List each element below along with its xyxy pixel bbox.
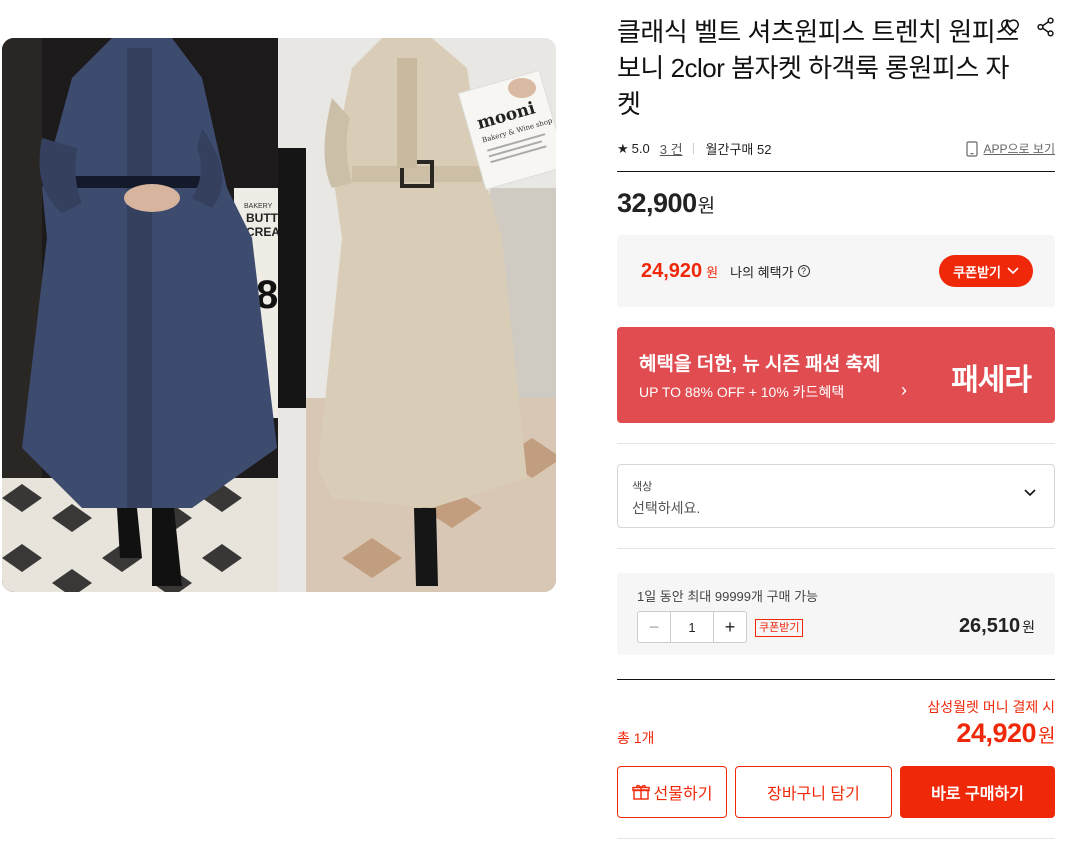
original-price-value: 32,900 xyxy=(617,188,697,218)
store-sign-text-1: BAKERY xyxy=(244,203,273,210)
benefit-label-text: 나의 혜택가 xyxy=(730,264,794,280)
benefit-price-unit: 원 xyxy=(706,264,719,280)
total-price-unit: 원 xyxy=(1038,726,1055,747)
chevron-right-icon: › xyxy=(901,380,907,400)
color-option-select[interactable]: 색상 선택하세요. xyxy=(617,464,1055,528)
promo-logo: 패세라 xyxy=(951,364,1032,397)
product-photo-illustration: BAKERY BUTTE CREA 8 mooni Bakery & Wine … xyxy=(2,38,556,592)
gift-button-label: 선물하기 xyxy=(653,786,713,803)
benefit-price-value: 24,920 xyxy=(641,259,703,282)
total-section: 삼성월렛 머니 결제 시 총 1개 24,920 원 xyxy=(617,680,1055,766)
promo-headline: 혜택을 더한, 뉴 시즌 패션 축제 xyxy=(639,354,881,375)
payment-note: 삼성월렛 머니 결제 시 xyxy=(927,699,1055,715)
add-to-cart-button[interactable]: 장바구니 담기 xyxy=(735,766,892,818)
app-view-link[interactable]: APP으로 보기 xyxy=(966,140,1055,157)
total-price: 24,920 원 xyxy=(956,718,1055,749)
quantity-plus-button[interactable]: + xyxy=(714,612,746,642)
item-price-unit: 원 xyxy=(1022,619,1035,635)
product-info-panel: 클래식 벨트 셔츠원피스 트렌치 원피스 보니 2clor 봄자켓 하객룩 롱원… xyxy=(617,14,1055,839)
bottom-divider xyxy=(617,838,1055,839)
section-divider xyxy=(617,443,1055,444)
section-divider xyxy=(617,548,1055,549)
share-icon[interactable] xyxy=(1035,16,1057,38)
item-coupon-button[interactable]: 쿠폰받기 xyxy=(755,619,804,637)
quantity-input[interactable]: 1 xyxy=(670,612,714,642)
review-count-link[interactable]: 3 건 xyxy=(660,139,683,158)
coupon-download-button[interactable]: 쿠폰받기 xyxy=(939,255,1033,287)
original-price: 32,900원 xyxy=(617,188,1055,219)
option-label: 색상 xyxy=(632,481,653,493)
item-price-value: 26,510 xyxy=(958,615,1021,637)
coupon-download-label: 쿠폰받기 xyxy=(953,264,1001,280)
app-view-label: APP으로 보기 xyxy=(983,142,1055,156)
star-icon: ★ xyxy=(617,140,629,156)
item-price: 26,510 원 xyxy=(959,615,1035,638)
quantity-box: 1일 동안 최대 99999개 구매 가능 − 1 + 쿠폰받기 26,510 원 xyxy=(617,573,1055,655)
purchase-limit-text: 1일 동안 최대 99999개 구매 가능 xyxy=(637,589,819,604)
rating-row: ★ 5.0 3 건 월간구매 52 APP으로 보기 xyxy=(617,136,1055,172)
help-icon[interactable]: ? xyxy=(797,265,810,277)
rating-value: 5.0 xyxy=(631,141,650,156)
original-price-unit: 원 xyxy=(697,196,715,217)
promo-banner[interactable]: 혜택을 더한, 뉴 시즌 패션 축제 UP TO 88% OFF + 10% 카… xyxy=(617,327,1055,423)
option-value: 선택하세요. xyxy=(632,500,701,516)
benefit-label: 나의 혜택가 ? xyxy=(730,262,810,281)
title-actions xyxy=(999,16,1057,38)
total-price-value: 24,920 xyxy=(956,718,1037,748)
chevron-down-icon xyxy=(1024,489,1036,497)
purchase-actions: 선물하기 장바구니 담기 바로 구매하기 xyxy=(617,766,1055,818)
total-count: 총 1개 xyxy=(617,730,655,746)
promo-subtext: UP TO 88% OFF + 10% 카드혜택 xyxy=(639,384,845,400)
meta-divider xyxy=(692,143,694,154)
monthly-sales: 월간구매 52 xyxy=(705,142,772,157)
benefit-price: 24,920 원 xyxy=(641,260,718,283)
product-image[interactable]: BAKERY BUTTE CREA 8 mooni Bakery & Wine … xyxy=(2,38,556,592)
buy-now-button[interactable]: 바로 구매하기 xyxy=(900,766,1055,818)
quantity-minus-button[interactable]: − xyxy=(638,612,670,642)
chevron-down-icon xyxy=(1007,267,1019,275)
benefit-price-box: 24,920 원 나의 혜택가 ? 쿠폰받기 xyxy=(617,235,1055,307)
gift-icon xyxy=(631,784,650,800)
heart-icon[interactable] xyxy=(999,16,1021,38)
phone-icon xyxy=(966,140,979,157)
product-title: 클래식 벨트 셔츠원피스 트렌치 원피스 보니 2clor 봄자켓 하객룩 롱원… xyxy=(617,17,1019,119)
gift-button[interactable]: 선물하기 xyxy=(617,766,727,818)
title-row: 클래식 벨트 셔츠원피스 트렌치 원피스 보니 2clor 봄자켓 하객룩 롱원… xyxy=(617,14,1055,122)
quantity-stepper: − 1 + xyxy=(637,611,747,643)
